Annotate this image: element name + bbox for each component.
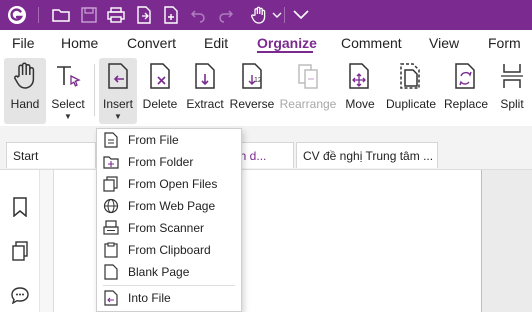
menu-item-from-clipboard[interactable]: From Clipboard [97, 239, 241, 261]
redo-icon[interactable] [215, 4, 237, 26]
replace-button[interactable]: Replace [443, 58, 489, 124]
duplicate-button[interactable]: Duplicate [383, 58, 439, 124]
active-tab-indicator [257, 51, 313, 53]
document-tab-bar: Start nh d... ✕ CV đề nghị Trung tâm ... [0, 126, 532, 289]
print-icon[interactable] [105, 4, 127, 26]
pages-icon[interactable] [10, 240, 30, 262]
ribbon: Hand Select ▼ Insert ▼ Delete Extract 12… [0, 56, 532, 126]
caret-down-icon: ▼ [64, 112, 72, 121]
open-folder-icon[interactable] [50, 4, 72, 26]
select-text-icon [53, 60, 83, 92]
rearrange-button[interactable]: Rearrange [278, 58, 338, 124]
menu-item-blank-page[interactable]: Blank Page [97, 261, 241, 283]
insert-dropdown-menu: From File From Folder From Open Files Fr… [96, 128, 242, 312]
menu-view[interactable]: View [429, 35, 459, 51]
move-page-icon [345, 60, 375, 92]
move-button[interactable]: Move [342, 58, 378, 124]
folder-icon [102, 153, 120, 171]
extract-page-icon [190, 60, 220, 92]
menu-home[interactable]: Home [61, 35, 98, 51]
menu-edit[interactable]: Edit [204, 35, 228, 51]
customize-icon[interactable] [290, 4, 312, 26]
extract-button[interactable]: Extract [183, 58, 227, 124]
duplicate-page-icon [396, 60, 426, 92]
caret-down-icon: ▼ [114, 112, 122, 121]
menu-item-from-web-page[interactable]: From Web Page [97, 195, 241, 217]
menu-item-from-file[interactable]: From File [97, 129, 241, 151]
scanner-icon [102, 219, 120, 237]
into-file-icon [102, 289, 120, 307]
insert-page-icon [103, 60, 133, 92]
insert-button[interactable]: Insert ▼ [99, 58, 137, 124]
save-icon[interactable] [78, 4, 100, 26]
menu-form[interactable]: Form [488, 35, 521, 51]
hand-button[interactable]: Hand [4, 58, 46, 124]
globe-icon [102, 197, 120, 215]
reverse-pages-icon: 12 [237, 60, 267, 92]
menu-organize[interactable]: Organize [257, 35, 317, 51]
panel-divider [40, 170, 54, 312]
tab-start[interactable]: Start [6, 142, 96, 168]
menu-item-from-open-files[interactable]: From Open Files [97, 173, 241, 195]
tab-document-3[interactable]: CV đề nghị Trung tâm ... [296, 142, 438, 168]
menu-comment[interactable]: Comment [341, 35, 402, 51]
delete-button[interactable]: Delete [141, 58, 179, 124]
replace-page-icon [451, 60, 481, 92]
bookmark-icon[interactable] [10, 196, 30, 218]
new-icon[interactable] [160, 4, 182, 26]
menu-convert[interactable]: Convert [127, 35, 176, 51]
rearrange-pages-icon [293, 60, 323, 92]
svg-text:12: 12 [254, 77, 262, 84]
menu-divider [103, 285, 235, 286]
select-button[interactable]: Select ▼ [48, 58, 88, 124]
open-files-icon [102, 175, 120, 193]
export-icon[interactable] [133, 4, 155, 26]
hand-icon [10, 60, 40, 92]
undo-icon[interactable] [187, 4, 209, 26]
left-sidebar [0, 170, 40, 312]
split-button[interactable]: Split [496, 58, 528, 124]
menu-item-from-scanner[interactable]: From Scanner [97, 217, 241, 239]
delete-page-icon [145, 60, 175, 92]
title-bar [0, 0, 532, 30]
file-icon [102, 131, 120, 149]
split-document-icon [497, 60, 527, 92]
comments-icon[interactable] [10, 284, 30, 306]
menu-file[interactable]: File [12, 35, 35, 51]
reverse-button[interactable]: 12 Reverse [229, 58, 275, 124]
app-logo-icon[interactable] [6, 4, 28, 26]
menu-item-into-file[interactable]: Into File [97, 287, 241, 309]
clipboard-icon [102, 241, 120, 259]
blank-page-icon [102, 263, 120, 281]
menu-item-from-folder[interactable]: From Folder [97, 151, 241, 173]
